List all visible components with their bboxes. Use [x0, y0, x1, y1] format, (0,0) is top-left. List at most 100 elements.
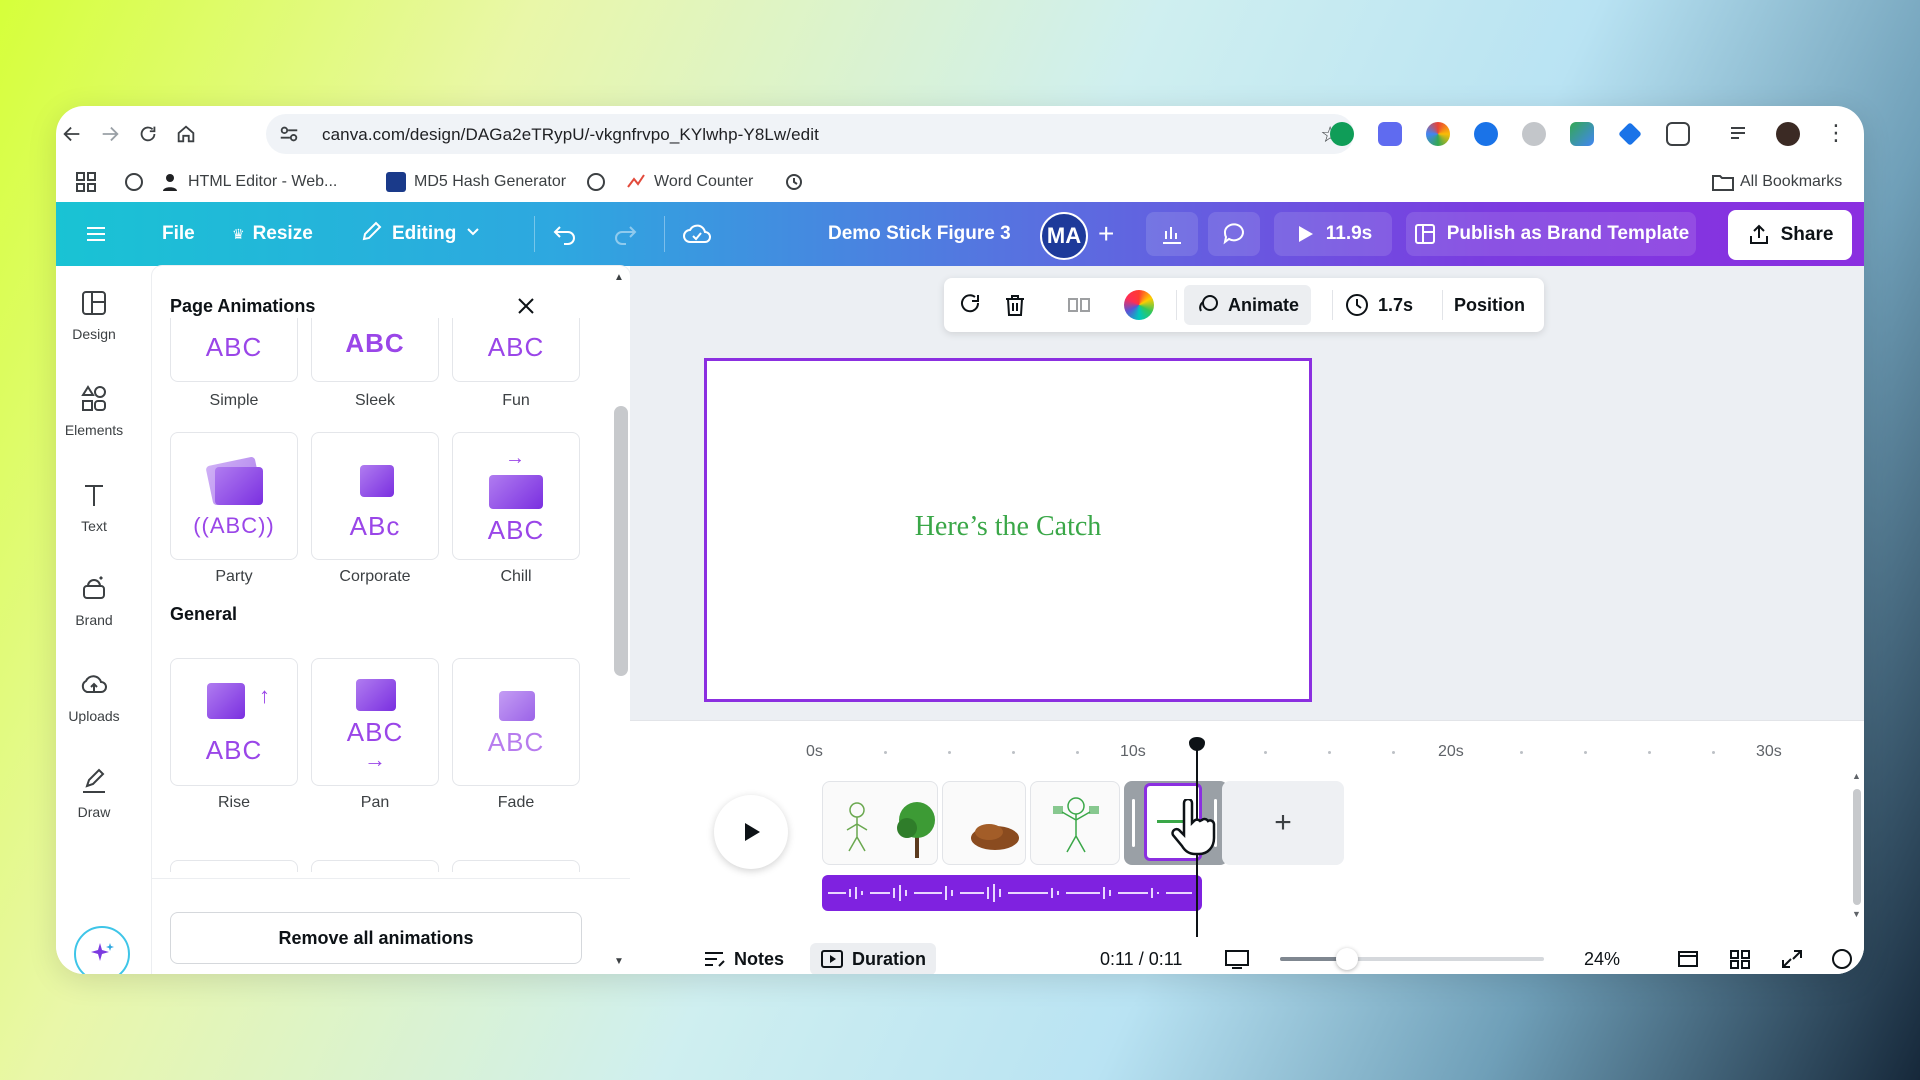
remove-all-animations-button[interactable]: Remove all animations: [170, 912, 582, 964]
bookmark-word-counter[interactable]: Word Counter: [626, 172, 753, 192]
animation-card-pan[interactable]: ABC →: [311, 658, 439, 786]
bookmark-html-editor[interactable]: HTML Editor - Web...: [160, 172, 337, 192]
animation-card-rise[interactable]: ↑ ABC: [170, 658, 298, 786]
animation-card-simple[interactable]: ABC: [170, 318, 298, 382]
site-settings-icon[interactable]: [278, 123, 300, 145]
zoom-slider[interactable]: [1280, 948, 1544, 970]
present-play-button[interactable]: 11.9s: [1274, 212, 1392, 256]
scroll-thumb[interactable]: [614, 406, 628, 676]
avatar[interactable]: MA: [1040, 212, 1088, 260]
design-canvas[interactable]: Here’s the Catch: [704, 358, 1312, 702]
color-picker-icon[interactable]: [1124, 278, 1154, 332]
menu-icon[interactable]: [84, 202, 108, 266]
comment-icon[interactable]: [1208, 212, 1260, 256]
notes-button[interactable]: Notes: [702, 943, 784, 974]
bookmark-md5[interactable]: MD5 Hash Generator: [386, 172, 566, 192]
corporate-preview: ABc: [349, 511, 401, 541]
close-icon[interactable]: [512, 292, 540, 320]
fullscreen-icon[interactable]: [1780, 943, 1804, 974]
editing-dropdown[interactable]: Editing: [360, 202, 482, 266]
animation-card-fade[interactable]: ABC: [452, 658, 580, 786]
scroll-up-icon[interactable]: ▲: [1852, 771, 1861, 781]
rail-item-elements[interactable]: Elements: [56, 384, 132, 464]
publish-brand-template-button[interactable]: Publish as Brand Template: [1406, 212, 1696, 256]
pages-view-icon[interactable]: [1676, 943, 1700, 974]
add-page-button[interactable]: +: [1222, 781, 1344, 865]
animation-card-sleek[interactable]: ABC: [311, 318, 439, 382]
resize-button[interactable]: ♛ Resize: [232, 202, 313, 266]
scroll-up-icon[interactable]: ▲: [614, 272, 624, 283]
rise-preview: ABC: [205, 735, 263, 765]
design-title[interactable]: Demo Stick Figure 3: [828, 202, 1011, 266]
puzzle-extension-icon[interactable]: [1618, 122, 1642, 146]
redo-icon[interactable]: [612, 202, 638, 266]
extensions-icon[interactable]: [1666, 122, 1690, 146]
url-text[interactable]: canva.com/design/DAGa2eTRypU/-vkgnfrvpo_…: [322, 125, 819, 145]
color-extension-icon[interactable]: [1426, 122, 1450, 146]
invite-plus-icon[interactable]: +: [1098, 202, 1114, 266]
display-icon[interactable]: [1224, 943, 1250, 974]
flip-icon[interactable]: [1066, 278, 1092, 332]
trash-icon[interactable]: [1002, 278, 1028, 332]
page-thumbnail-3[interactable]: [1030, 781, 1120, 865]
rail-item-uploads[interactable]: Uploads: [56, 670, 132, 750]
animate-button[interactable]: Animate: [1184, 285, 1312, 325]
animation-card-party[interactable]: ((ABC)): [170, 432, 298, 560]
scroll-down-icon[interactable]: ▼: [1852, 909, 1861, 919]
reload-icon[interactable]: [134, 120, 162, 148]
zoom-slider-handle[interactable]: [1336, 948, 1358, 970]
duration-button[interactable]: Duration: [810, 943, 936, 974]
scroll-down-icon[interactable]: ▼: [614, 956, 624, 967]
undo-icon[interactable]: [552, 202, 578, 266]
back-icon[interactable]: [58, 120, 86, 148]
more-menu-icon[interactable]: ⋮: [1824, 122, 1848, 146]
home-icon[interactable]: [172, 120, 200, 148]
animation-card-corporate[interactable]: ABc: [311, 432, 439, 560]
zoom-level[interactable]: 24%: [1584, 943, 1620, 974]
map-extension-icon[interactable]: [1570, 122, 1594, 146]
globe-bookmark-icon-2[interactable]: [586, 172, 606, 192]
animation-card-fun[interactable]: ABC: [452, 318, 580, 382]
replace-icon[interactable]: [956, 278, 984, 332]
position-button[interactable]: Position: [1454, 278, 1525, 332]
apps-grid-icon[interactable]: [76, 172, 96, 192]
grammarly-extension-icon[interactable]: [1330, 122, 1354, 146]
timeline-play-button[interactable]: [714, 795, 788, 869]
play-duration: 11.9s: [1325, 223, 1373, 244]
k-extension-icon[interactable]: [1522, 122, 1546, 146]
q-extension-icon[interactable]: [1474, 122, 1498, 146]
cloud-saved-icon[interactable]: [682, 202, 712, 266]
reading-list-icon[interactable]: [1728, 122, 1752, 146]
history-icon[interactable]: [784, 172, 804, 192]
scroll-thumb[interactable]: [1853, 789, 1861, 905]
animation-card-partial: [170, 860, 298, 872]
file-menu[interactable]: File: [162, 202, 195, 266]
playhead-handle[interactable]: [1189, 737, 1205, 751]
audio-track[interactable]: [822, 875, 1202, 911]
omnibox[interactable]: canva.com/design/DAGa2eTRypU/-vkgnfrvpo_…: [266, 114, 1354, 154]
panel-scrollbar[interactable]: ▲ ▼: [608, 266, 630, 974]
rail-item-brand[interactable]: Brand: [56, 574, 132, 654]
page-thumbnail-1[interactable]: [822, 781, 938, 865]
animation-card-chill[interactable]: → ABC: [452, 432, 580, 560]
magic-sparkle-button[interactable]: [74, 926, 130, 974]
grid-view-icon[interactable]: [1728, 943, 1752, 974]
resize-label: Resize: [252, 223, 313, 244]
trim-handle-left[interactable]: [1132, 799, 1135, 847]
insights-icon[interactable]: [1146, 212, 1198, 256]
timing-button[interactable]: 1.7s: [1344, 278, 1413, 332]
profile-avatar[interactable]: [1776, 122, 1800, 146]
timeline-scrollbar[interactable]: ▲ ▼: [1850, 771, 1864, 921]
page-thumbnail-2[interactable]: [942, 781, 1026, 865]
d-extension-icon[interactable]: [1378, 122, 1402, 146]
help-icon[interactable]: [1830, 943, 1854, 974]
rail-item-draw[interactable]: Draw: [56, 766, 132, 846]
share-button[interactable]: Share: [1728, 210, 1852, 260]
canvas-text[interactable]: Here’s the Catch: [707, 511, 1309, 543]
tick-dot: [1264, 751, 1267, 754]
rail-item-text[interactable]: Text: [56, 480, 132, 560]
globe-bookmark-icon[interactable]: [124, 172, 144, 192]
rail-item-design[interactable]: Design: [56, 288, 132, 368]
all-bookmarks[interactable]: All Bookmarks: [1712, 172, 1842, 192]
forward-icon[interactable]: [96, 120, 124, 148]
